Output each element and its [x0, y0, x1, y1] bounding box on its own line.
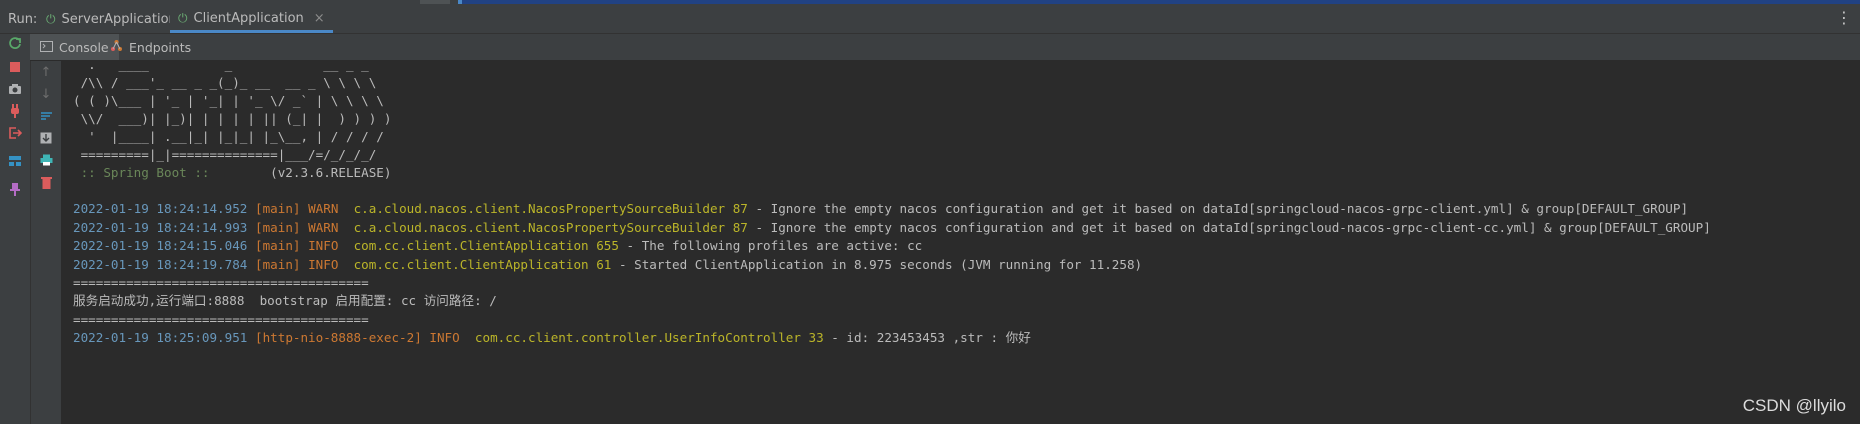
top-segment [462, 0, 1860, 4]
log-level: INFO [308, 238, 346, 253]
log-thread: [main] [254, 201, 301, 216]
tab-label: ClientApplication [193, 10, 304, 26]
run-toolwindow-header: Run: ⏻ ServerApplication × ⏻ ClientAppli… [0, 6, 1860, 34]
log-logger: com.cc.client.controller.UserInfoControl… [474, 330, 824, 345]
banner-line: ' |____| .__|_| |_|_| |_\__, | / / / / [73, 129, 384, 144]
clear-icon[interactable] [37, 173, 55, 191]
banner-line: =========|_|==============|___/=/_/_/_/ [73, 147, 377, 162]
scroll-up-icon[interactable]: ↑ [37, 63, 55, 81]
log-timestamp: 2022-01-19 18:24:14.952 [73, 201, 248, 216]
log-timestamp: 2022-01-19 18:24:19.784 [73, 257, 248, 272]
print-icon[interactable] [37, 151, 55, 169]
log-timestamp: 2022-01-19 18:24:14.993 [73, 220, 248, 235]
banner-line: ( ( )\___ | '_ | '_| | '_ \/ _` | \ \ \ … [73, 93, 384, 108]
exit-icon[interactable] [6, 124, 24, 142]
log-message: - Started ClientApplication in 8.975 sec… [611, 257, 1143, 272]
startup-message: 服务启动成功,运行端口:8888 bootstrap 启用配置: cc 访问路径… [73, 293, 497, 308]
log-line: 2022-01-19 18:24:19.784 [main] INFO com.… [73, 256, 1142, 274]
log-timestamp: 2022-01-19 18:25:09.951 [73, 330, 248, 345]
pin-icon[interactable] [6, 180, 24, 198]
console-icon [40, 40, 53, 55]
separator-line: ======================================= [73, 312, 369, 327]
spring-boot-label: :: Spring Boot :: [73, 165, 210, 180]
log-logger: c.a.cloud.nacos.client.NacosPropertySour… [353, 201, 748, 216]
log-line: 2022-01-19 18:24:14.993 [main] WARN c.a.… [73, 219, 1711, 237]
log-thread: [main] [254, 238, 301, 253]
log-thread: [main] [254, 257, 301, 272]
spring-boot-line: :: Spring Boot :: (v2.3.6.RELEASE) [73, 164, 392, 182]
soft-wrap-icon[interactable] [37, 107, 55, 125]
scroll-to-end-icon[interactable] [37, 129, 55, 147]
tab-label: Endpoints [129, 39, 192, 55]
tab-label: ServerApplication [61, 12, 177, 27]
close-icon[interactable]: × [314, 11, 325, 26]
watermark: CSDN @llyilo [1742, 396, 1846, 415]
tab-client-application[interactable]: ⏻ ClientApplication × [170, 6, 333, 33]
spring-boot-version: (v2.3.6.RELEASE) [209, 165, 392, 180]
log-line: 2022-01-19 18:25:09.951 [http-nio-8888-e… [73, 329, 1031, 347]
log-timestamp: 2022-01-19 18:24:15.046 [73, 238, 248, 253]
more-options-icon[interactable]: ⋮ [1836, 10, 1852, 26]
separator-line: ======================================= [73, 275, 369, 290]
scroll-down-icon[interactable]: ↓ [37, 85, 55, 103]
log-line: 2022-01-19 18:24:14.952 [main] WARN c.a.… [73, 200, 1688, 218]
log-level: WARN [308, 201, 346, 216]
log-logger: com.cc.client.ClientApplication 655 [353, 238, 619, 253]
log-message: - id: 223453453 ,str : 你好 [823, 330, 1031, 345]
log-level: INFO [429, 330, 468, 345]
top-segment [420, 0, 450, 4]
log-message: - The following profiles are active: cc [618, 238, 923, 253]
rerun-icon[interactable] [6, 34, 24, 52]
log-thread: [http-nio-8888-exec-2] [254, 330, 422, 345]
endpoints-icon [110, 39, 123, 55]
run-left-toolbar [0, 34, 31, 424]
log-level: INFO [308, 257, 346, 272]
banner-line: /\\ / ___'_ __ _ _(_)_ __ __ _ \ \ \ \ [73, 75, 377, 90]
plug-icon[interactable] [6, 102, 24, 120]
camera-icon[interactable] [6, 80, 24, 98]
spring-boot-icon: ⏻ [178, 10, 188, 25]
log-message: - Ignore the empty nacos configuration a… [747, 201, 1689, 216]
run-label: Run: [8, 12, 38, 27]
log-logger: com.cc.client.ClientApplication 61 [353, 257, 612, 272]
console-side-toolbar: ↑ ↓ [31, 61, 61, 424]
stop-icon[interactable] [6, 58, 24, 76]
spring-boot-icon: ⏻ [46, 12, 56, 26]
log-logger: c.a.cloud.nacos.client.NacosPropertySour… [353, 220, 748, 235]
log-thread: [main] [254, 220, 301, 235]
console-output[interactable]: . ____ _ __ _ _ /\\ / ___'_ __ _ _(_)_ _… [62, 57, 1860, 424]
banner-line: . ____ _ __ _ _ [73, 57, 369, 72]
log-line: 2022-01-19 18:24:15.046 [main] INFO com.… [73, 237, 922, 255]
log-message: - Ignore the empty nacos configuration a… [747, 220, 1711, 235]
layout-icon[interactable] [6, 152, 24, 170]
log-level: WARN [308, 220, 346, 235]
banner-line: \\/ ___)| |_)| | | | | || (_| | ) ) ) ) [73, 111, 392, 126]
